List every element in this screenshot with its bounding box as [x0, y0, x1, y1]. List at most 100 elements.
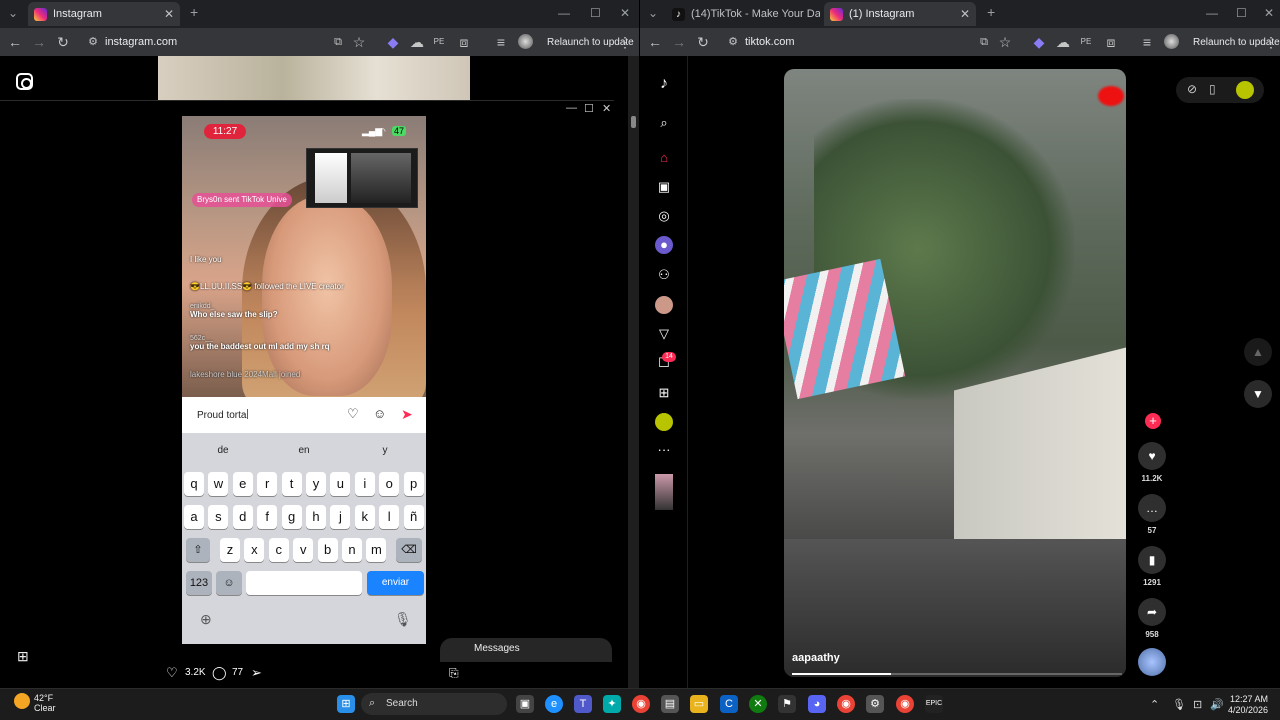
microphone-tray-icon[interactable]: 🎙 — [1172, 698, 1186, 711]
key-t[interactable]: t — [281, 472, 302, 496]
store-icon[interactable]: ▤ — [661, 695, 679, 713]
install-app-icon[interactable]: ⧉ — [329, 33, 347, 51]
home-icon[interactable]: ⌂ — [655, 149, 673, 167]
comment-action[interactable]: … 57 — [1138, 494, 1166, 535]
key-w[interactable]: w — [208, 472, 229, 496]
comment-icon[interactable]: ◯ — [212, 665, 227, 681]
comment-input[interactable]: Proud torta — [197, 409, 248, 421]
reading-list-icon[interactable]: ≡ — [492, 33, 510, 51]
task-view-icon[interactable]: ▣ — [516, 695, 534, 713]
key-b[interactable]: b — [317, 538, 338, 562]
volume-icon[interactable]: 🔊 — [1210, 698, 1224, 711]
more-apps-icon[interactable]: ⊞ — [17, 648, 29, 665]
comment-icon[interactable]: … — [1138, 494, 1166, 522]
edge-icon[interactable]: e — [545, 695, 563, 713]
key-ñ[interactable]: ñ — [403, 505, 424, 529]
next-video-icon[interactable]: ▼ — [1244, 380, 1272, 408]
tray-expand-icon[interactable]: ⌃ — [1150, 698, 1159, 711]
live-icon[interactable]: ● — [655, 236, 673, 254]
back-icon[interactable]: ← — [6, 33, 24, 51]
reload-icon[interactable]: ↻ — [694, 33, 712, 51]
key-o[interactable]: o — [379, 472, 400, 496]
tab-instagram[interactable]: Instagram ✕ — [28, 2, 180, 26]
key-u[interactable]: u — [330, 472, 351, 496]
key-z[interactable]: z — [220, 538, 240, 562]
backspace-key[interactable]: ⌫ — [396, 538, 422, 562]
space-key[interactable] — [246, 571, 362, 595]
key-s[interactable]: s — [208, 505, 229, 529]
key-q[interactable]: q — [184, 472, 204, 496]
key-m[interactable]: m — [366, 538, 387, 562]
heart-outline-icon[interactable]: ♡ — [347, 406, 359, 422]
search-icon[interactable]: ⌕ — [655, 114, 673, 132]
new-tab-icon[interactable]: + — [190, 4, 198, 20]
key-n[interactable]: n — [342, 538, 362, 562]
key-a[interactable]: a — [184, 505, 204, 529]
key-j[interactable]: j — [330, 505, 351, 529]
xbox-icon[interactable]: ✕ — [749, 695, 767, 713]
music-avatar[interactable] — [1138, 648, 1166, 676]
modal-minimize-icon[interactable]: — — [566, 102, 577, 114]
bookmark-star-icon[interactable]: ☆ — [350, 33, 368, 51]
like-icon[interactable]: ♡ — [166, 665, 178, 681]
network-icon[interactable]: ⊡ — [1193, 698, 1202, 711]
profile-avatar[interactable] — [518, 34, 533, 49]
menu-kebab-icon[interactable]: ⋮ — [1262, 33, 1280, 51]
chrome-icon[interactable]: ◉ — [632, 695, 650, 713]
key-c[interactable]: c — [268, 538, 289, 562]
new-tab-icon[interactable]: + — [987, 4, 995, 20]
site-info-icon[interactable]: ⚙ — [724, 33, 742, 51]
extensions-puzzle-icon[interactable]: ⧈ — [1102, 33, 1120, 51]
minimize-icon[interactable]: — — [558, 6, 570, 20]
chrome-icon-3[interactable]: ◉ — [896, 695, 914, 713]
page-scrollbar[interactable] — [628, 56, 639, 688]
bookmark-icon[interactable]: ▮ — [1138, 546, 1166, 574]
heart-icon[interactable]: ♥ — [1138, 442, 1166, 470]
send-icon[interactable]: ➤ — [401, 406, 413, 423]
clock[interactable]: 12:27 AM 4/20/2026 — [1228, 694, 1268, 716]
close-tab-icon[interactable]: ✕ — [164, 7, 174, 21]
key-f[interactable]: f — [257, 505, 278, 529]
following-icon[interactable]: ⚇ — [655, 266, 673, 284]
bookmark-star-icon[interactable]: ☆ — [996, 33, 1014, 51]
profile-icon[interactable] — [655, 413, 673, 431]
windows-start-icon[interactable]: ⊞ — [337, 695, 355, 713]
key-g[interactable]: g — [281, 505, 302, 529]
discord-icon[interactable]: ◕ — [808, 695, 826, 713]
forward-icon[interactable]: → — [30, 33, 48, 51]
profile-avatar[interactable] — [1164, 34, 1179, 49]
device-icon[interactable]: ▯ — [1209, 82, 1216, 96]
extension-pe-icon[interactable]: PE — [430, 33, 448, 51]
numbers-key[interactable]: 123 — [186, 571, 212, 595]
chrome-icon-2[interactable]: ◉ — [837, 695, 855, 713]
instagram-logo-icon[interactable] — [16, 73, 33, 90]
messages-panel[interactable]: Messages — [440, 638, 612, 662]
maximize-icon[interactable]: ☐ — [1236, 6, 1247, 20]
emoji-key[interactable]: ☺ — [216, 571, 242, 595]
tab-instagram[interactable]: (1) Instagram ✕ — [824, 2, 976, 26]
reload-icon[interactable]: ↻ — [54, 33, 72, 51]
messages-send-icon[interactable]: ▽ — [655, 325, 673, 343]
scrollbar-thumb[interactable] — [631, 116, 636, 128]
key-p[interactable]: p — [403, 472, 424, 496]
video-progress[interactable] — [792, 673, 1122, 675]
key-h[interactable]: h — [306, 505, 326, 529]
open-in-app-icon[interactable]: ⧉ — [975, 33, 993, 51]
address-bar[interactable]: tiktok.com — [745, 33, 795, 52]
creator-thumbnail-icon[interactable] — [655, 474, 673, 510]
key-y[interactable]: y — [306, 472, 326, 496]
share-action[interactable]: ➦ 958 — [1138, 598, 1166, 639]
file-explorer-icon[interactable]: ▭ — [690, 695, 708, 713]
key-r[interactable]: r — [257, 472, 278, 496]
microphone-icon[interactable]: 🎙 — [394, 611, 412, 628]
key-k[interactable]: k — [354, 505, 375, 529]
modal-maximize-icon[interactable]: ☐ — [584, 102, 594, 115]
globe-icon[interactable]: ⊕ — [200, 611, 212, 628]
tiktok-logo-icon[interactable]: ♪ — [655, 75, 673, 93]
tab-tiktok[interactable]: ♪ (14)TikTok - Make Your Day — [666, 2, 820, 26]
user-avatar[interactable] — [1236, 81, 1254, 99]
suggestion[interactable]: en — [274, 445, 334, 456]
suggestion[interactable]: de — [193, 445, 253, 456]
teams-icon[interactable]: T — [574, 695, 592, 713]
weather-icon[interactable] — [14, 693, 30, 709]
